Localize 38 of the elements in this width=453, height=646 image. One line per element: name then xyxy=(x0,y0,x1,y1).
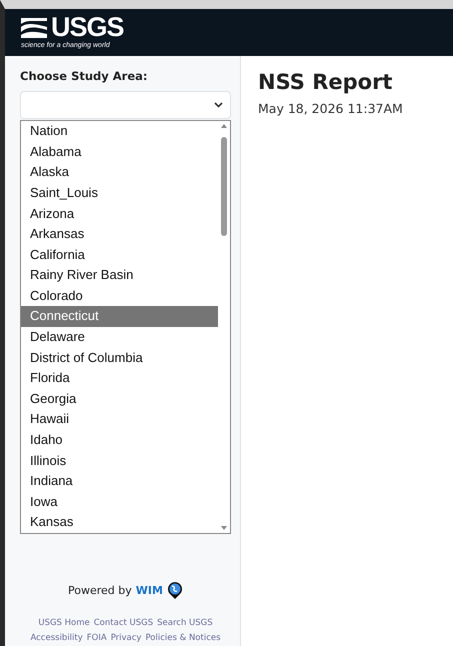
dropdown-option[interactable]: Alaska xyxy=(21,162,218,183)
dropdown-option[interactable]: Saint_Louis xyxy=(21,182,218,204)
dropdown-option[interactable]: California xyxy=(21,244,218,266)
footer-link[interactable]: Contact USGS xyxy=(94,616,154,631)
powered-by-text: Powered by xyxy=(68,582,132,599)
report-title: NSS Report xyxy=(258,70,394,96)
report-date: May 18, 2026 11:37AM xyxy=(258,100,403,118)
dropdown-option[interactable]: District of Columbia xyxy=(21,348,218,368)
field-label: Choose Study Area: xyxy=(20,68,149,85)
globe-pin-icon xyxy=(166,582,183,600)
dropdown-option[interactable]: Colorado xyxy=(21,286,218,306)
dropdown-option[interactable]: Arizona xyxy=(21,204,218,224)
dropdown-option[interactable]: Illinois xyxy=(21,450,218,472)
dropdown-option[interactable]: Nation xyxy=(21,121,218,142)
dropdown-option[interactable]: Alabama xyxy=(21,142,218,162)
dropdown-option[interactable]: Kansas xyxy=(21,512,218,533)
dropdown-option[interactable]: Hawaii xyxy=(21,409,218,430)
scroll-down-icon[interactable] xyxy=(221,526,227,530)
dropdown-option[interactable]: Rainy River Basin xyxy=(21,265,218,286)
footer-link[interactable]: USGS Home xyxy=(38,616,90,631)
footer-link[interactable]: FOIA xyxy=(86,631,107,646)
dropdown-option[interactable]: Idaho xyxy=(21,430,218,451)
dropdown-option[interactable]: Indiana xyxy=(21,471,218,492)
dropdown-option[interactable]: Connecticut xyxy=(21,306,218,328)
footer-link[interactable]: Accessibility xyxy=(30,631,83,646)
footer-link[interactable]: Policies & Notices xyxy=(145,631,221,646)
dropdown-option[interactable]: Florida xyxy=(21,368,218,389)
footer-link[interactable]: Search USGS xyxy=(157,616,213,631)
brand-link[interactable]: WIM xyxy=(136,582,163,600)
dropdown-option[interactable]: Iowa xyxy=(21,492,218,512)
dropdown-option[interactable]: Georgia xyxy=(21,388,218,410)
scroll-up-icon[interactable] xyxy=(221,124,227,128)
dropdown-option[interactable]: Delaware xyxy=(21,327,218,348)
chevron-down-icon xyxy=(214,102,223,108)
dropdown-option[interactable]: Arkansas xyxy=(21,224,218,245)
waves-logo-icon xyxy=(21,16,47,38)
logo-text: USGS xyxy=(51,13,124,41)
footer-link[interactable]: Privacy xyxy=(110,631,142,646)
